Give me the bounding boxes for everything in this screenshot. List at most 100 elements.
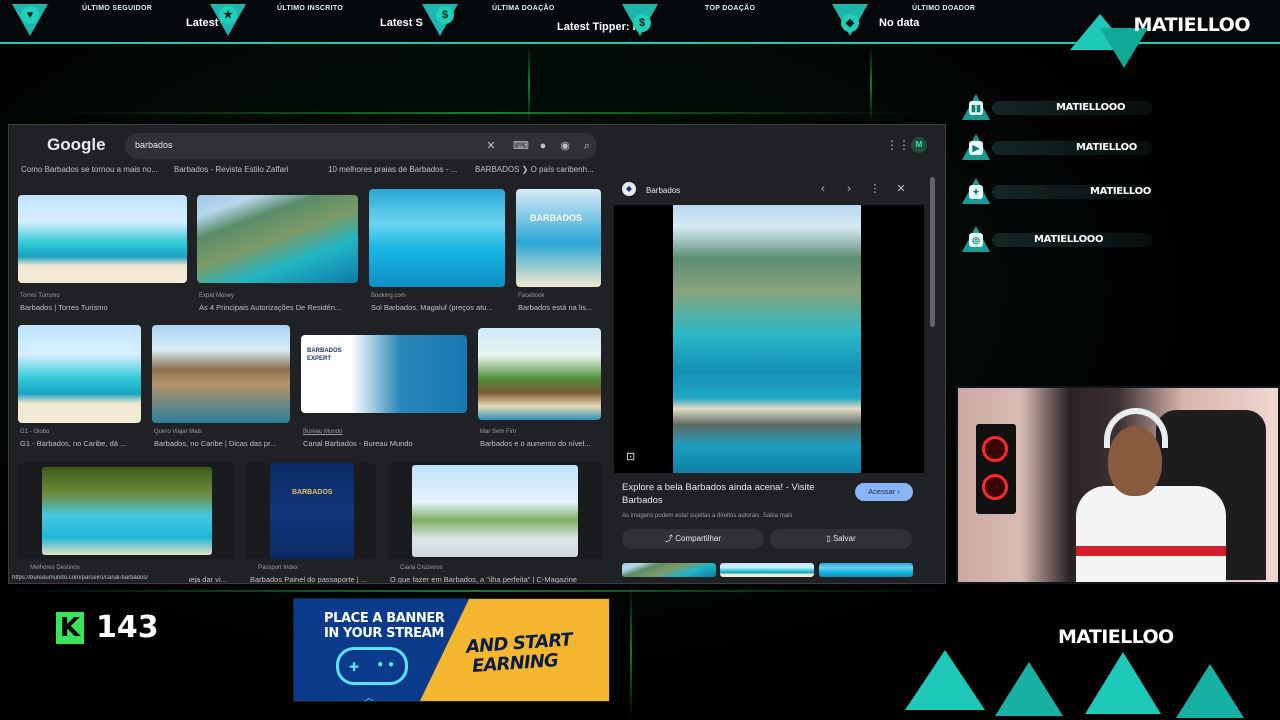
webcam-feed bbox=[956, 386, 1280, 584]
next-icon[interactable]: › bbox=[842, 182, 856, 196]
related-chip[interactable]: BARBADOS ❯ O país caribenh... bbox=[475, 165, 594, 174]
scrollbar[interactable] bbox=[930, 177, 935, 327]
result-thumbnail[interactable]: BARBADOS bbox=[516, 189, 601, 287]
result-thumbnail[interactable] bbox=[18, 463, 234, 559]
share-label: Compartilhar bbox=[675, 534, 722, 543]
google-logo[interactable]: Google bbox=[47, 135, 106, 155]
circuit-line bbox=[60, 112, 920, 114]
image-preview-panel: ◆ Barbados ‹ › ⋮ ✕ ⊡ Explore a bela Barb… bbox=[614, 175, 924, 583]
social-twitch: ▮▮ MATIELLOOO bbox=[962, 94, 1152, 120]
result-source: Quero Viajar Mais bbox=[154, 429, 202, 435]
latest-follower-label: ÚLTIMO SEGUIDOR bbox=[82, 5, 153, 12]
banner-line-2: IN YOUR STREAM bbox=[324, 626, 444, 641]
related-image[interactable] bbox=[720, 563, 814, 577]
result-caption[interactable]: As 4 Principais Autorizações De Residên.… bbox=[199, 303, 359, 312]
microphone-icon[interactable]: ● bbox=[535, 138, 551, 154]
share-icon: ⤴ bbox=[664, 534, 676, 543]
lens-search-icon[interactable]: ⊡ bbox=[626, 450, 635, 463]
result-source: G1 - Globo bbox=[20, 429, 50, 435]
related-chip[interactable]: 10 melhores praias de Barbados - ... bbox=[328, 165, 457, 174]
triangle-decoration bbox=[1176, 664, 1244, 718]
result-thumbnail[interactable] bbox=[369, 189, 505, 287]
result-thumbnail[interactable] bbox=[152, 325, 290, 423]
result-source: Melhores Destinos bbox=[30, 565, 80, 571]
result-thumbnail[interactable] bbox=[18, 195, 187, 283]
related-image[interactable] bbox=[622, 563, 716, 577]
channel-brand-bottom: MATIELLOO bbox=[1058, 626, 1174, 648]
twitter-icon: ✦ bbox=[969, 185, 983, 199]
related-image[interactable] bbox=[819, 563, 913, 577]
sponsor-banner: PLACE A BANNER IN YOUR STREAM ✚ ● ● ︿ AND… bbox=[293, 598, 610, 702]
top-donation-label: TOP DOAÇÃO bbox=[705, 5, 756, 12]
social-youtube: ▶ MATIELLOO bbox=[962, 134, 1152, 160]
latest-donation-label: ÚLTIMA DOAÇÃO bbox=[492, 5, 555, 12]
result-thumbnail[interactable] bbox=[18, 325, 141, 423]
result-source: Facebook bbox=[518, 293, 545, 299]
passport-image: BARBADOS bbox=[270, 463, 354, 559]
result-thumbnail[interactable]: BARBADOS bbox=[246, 463, 376, 559]
diamond-icon: ◆ bbox=[841, 14, 859, 32]
circuit-line bbox=[528, 44, 530, 124]
keyboard-icon[interactable]: ⌨ bbox=[513, 138, 529, 154]
result-image bbox=[412, 465, 578, 557]
result-caption[interactable]: Barbados, no Caribe | Dicas das pr... bbox=[154, 439, 292, 448]
share-button[interactable]: ⤴ Compartilhar bbox=[622, 529, 764, 549]
latest-donor-value: No data bbox=[879, 17, 920, 29]
search-icon[interactable]: ⌕ bbox=[579, 138, 595, 154]
result-thumbnail[interactable]: BARBADOS EXPERT bbox=[301, 335, 467, 413]
social-handle: MATIELLOOO bbox=[1056, 102, 1126, 113]
result-source: Bureau Mundo bbox=[303, 429, 343, 435]
copyright-notice: As imagens podem estar sujeitas a direit… bbox=[622, 513, 793, 519]
preview-image[interactable] bbox=[673, 205, 861, 473]
save-label: Salvar bbox=[832, 534, 856, 543]
more-options-icon[interactable]: ⋮ bbox=[868, 182, 882, 196]
youtube-icon: ▶ bbox=[969, 141, 983, 155]
thumbnail-overlay-text: BARBADOS EXPERT bbox=[307, 348, 342, 362]
result-caption[interactable]: G1 - Barbados, no Caribe, dá ... bbox=[20, 439, 148, 448]
result-caption[interactable]: Barbados | Torres Turismo bbox=[20, 303, 190, 312]
money-bag-icon: $ bbox=[633, 14, 651, 32]
social-icon-frame: ▶ bbox=[962, 134, 990, 160]
result-caption[interactable]: O que fazer em Barbados, a "ilha perfeit… bbox=[390, 575, 600, 583]
save-button[interactable]: ▯ Salvar bbox=[770, 529, 912, 549]
related-chip[interactable]: Barbados - Revista Estilo Zaffari bbox=[174, 165, 289, 174]
result-thumbnail[interactable] bbox=[388, 463, 602, 559]
social-icon-frame: ◎ bbox=[962, 226, 990, 252]
result-thumbnail[interactable] bbox=[478, 328, 601, 420]
search-box[interactable]: barbados ✕ ⌨ ● ◉ ⌕ bbox=[125, 133, 597, 159]
browser-window: Google barbados ✕ ⌨ ● ◉ ⌕ ⋮⋮⋮ M Como Bar… bbox=[8, 124, 946, 584]
triangle-decoration bbox=[995, 662, 1063, 716]
result-thumbnail[interactable] bbox=[197, 195, 358, 283]
social-handle: MATIELLOO bbox=[1076, 142, 1137, 153]
result-caption[interactable]: Barbados e o aumento do nível... bbox=[480, 439, 604, 448]
preview-image-frame: ⊡ bbox=[614, 205, 924, 473]
kick-viewer-count: 143 bbox=[96, 610, 159, 645]
preview-title[interactable]: Explore a bela Barbados ainda acena! - V… bbox=[622, 481, 842, 507]
status-bar-url: https://bureaumundo.com/parceiro/canal-b… bbox=[9, 575, 189, 583]
result-caption[interactable]: Barbados Painel do passaporte | ... bbox=[250, 575, 386, 583]
result-caption[interactable]: Sol Barbados, Magaluf (preços atu... bbox=[371, 303, 509, 312]
bookmark-icon: ▯ bbox=[826, 534, 833, 543]
related-chip[interactable]: Como Barbados se tornou a mais no... bbox=[21, 165, 158, 174]
lens-icon[interactable]: ◉ bbox=[557, 138, 573, 154]
previous-icon[interactable]: ‹ bbox=[816, 182, 830, 196]
search-input[interactable]: barbados bbox=[135, 140, 173, 150]
preview-site-name[interactable]: Barbados bbox=[646, 186, 680, 195]
result-source: Passport Index bbox=[258, 565, 299, 571]
instagram-icon: ◎ bbox=[969, 233, 983, 247]
result-caption[interactable]: Barbados está na lis... bbox=[518, 303, 604, 312]
close-icon[interactable]: ✕ bbox=[894, 182, 908, 196]
result-caption[interactable]: Canal Barbados - Bureau Mundo bbox=[303, 439, 463, 448]
thumbnail-overlay-text: BARBADOS bbox=[292, 489, 333, 496]
result-image bbox=[42, 467, 212, 555]
account-avatar[interactable]: M bbox=[911, 137, 927, 153]
dollar-icon: $ bbox=[436, 6, 454, 24]
triangle-decoration bbox=[1085, 652, 1161, 714]
social-instagram: ◎ MATIELLOOO bbox=[962, 226, 1152, 252]
social-twitter: ✦ MATIELLOO bbox=[962, 178, 1152, 204]
star-icon: ★ bbox=[219, 6, 237, 24]
result-source: Cavia Cruzeiros bbox=[400, 565, 443, 571]
visit-button[interactable]: Acessar › bbox=[855, 483, 913, 501]
top-stats-bar: ♥ ÚLTIMO SEGUIDOR Latest ★ ÚLTIMO INSCRI… bbox=[0, 0, 1280, 68]
clear-icon[interactable]: ✕ bbox=[483, 138, 499, 154]
